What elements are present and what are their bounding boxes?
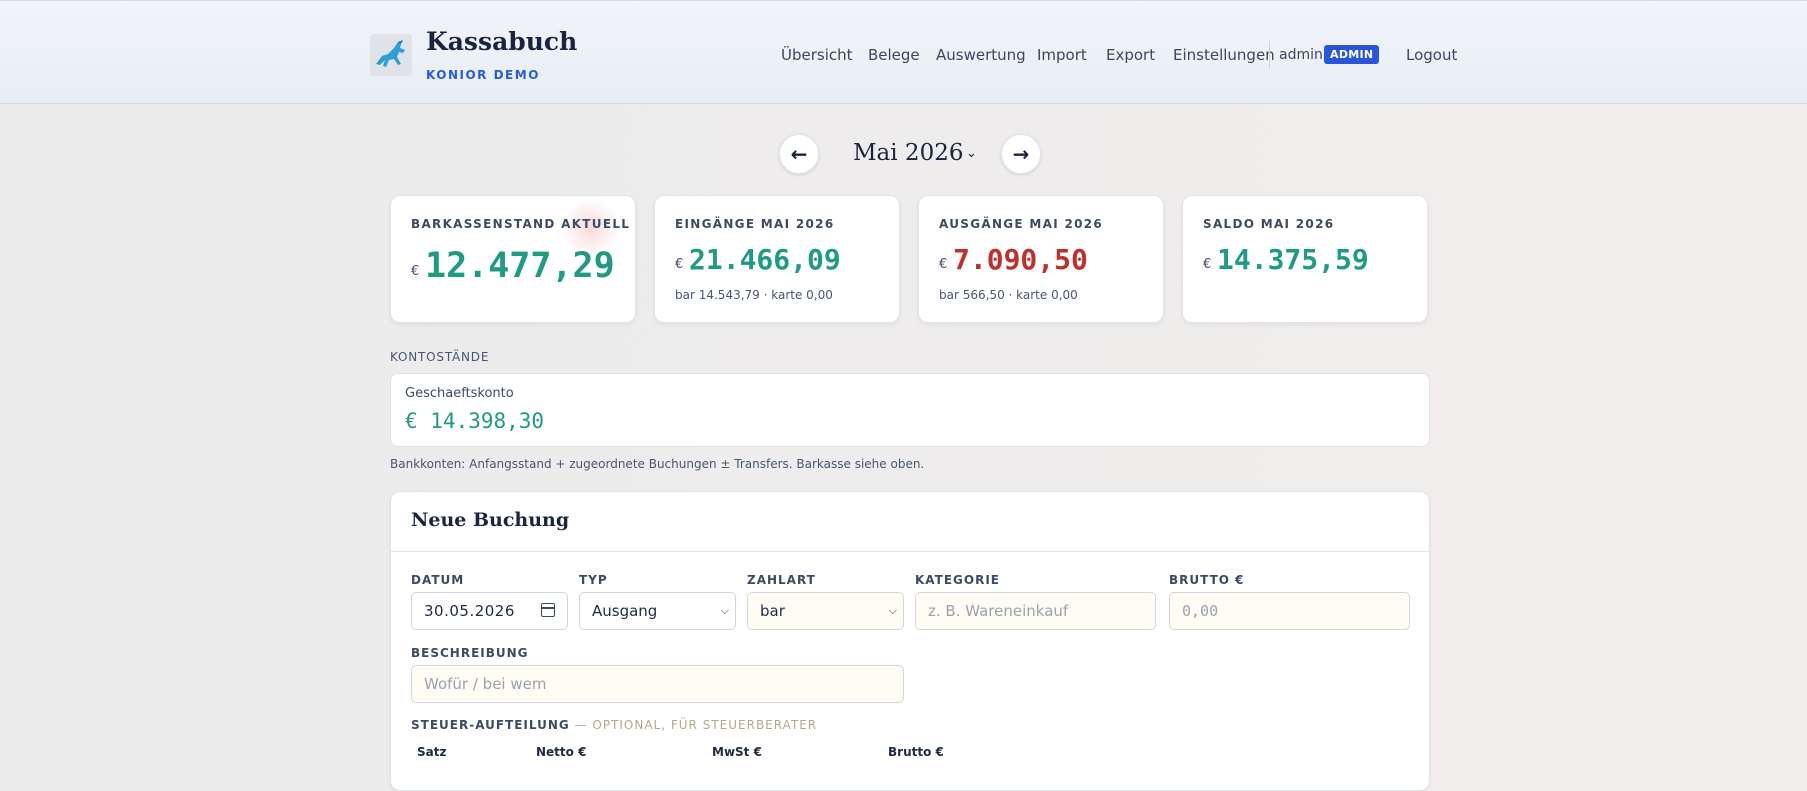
new-booking-form: Neue Buchung DATUM 30.05.2026 TYP Ausgan… — [390, 491, 1430, 791]
account-card: Geschaeftskonto € 14.398,30 — [390, 373, 1430, 447]
month-title[interactable]: Mai 2026 — [853, 140, 963, 166]
card-currency: € — [411, 264, 420, 279]
top-header: Kassabuch KONIOR DEMO Übersicht Belege A… — [0, 0, 1807, 104]
typ-label: TYP — [579, 573, 608, 587]
date-input[interactable]: 30.05.2026 — [411, 592, 568, 630]
date-value: 30.05.2026 — [424, 602, 515, 620]
tax-col-net: Netto € — [536, 745, 587, 759]
category-placeholder: z. B. Wareneinkauf — [928, 602, 1069, 620]
tax-col-rate: Satz — [417, 745, 447, 759]
card-currency: € — [675, 257, 684, 272]
card-label: AUSGÄNGE MAI 2026 — [939, 217, 1104, 231]
card-eingaenge: EINGÄNGE MAI 2026 € 21.466,09 bar 14.543… — [654, 195, 900, 323]
form-divider — [391, 551, 1429, 552]
arrow-right-icon: → — [1012, 142, 1030, 166]
card-label: BARKASSENSTAND AKTUELL — [411, 217, 631, 231]
card-subtext: bar 566,50 · karte 0,00 — [939, 288, 1078, 302]
card-currency: € — [939, 257, 948, 272]
description-placeholder: Wofür / bei wem — [424, 675, 547, 693]
horse-logo-icon — [370, 34, 412, 76]
beschreibung-label: BESCHREIBUNG — [411, 646, 529, 660]
nav-einstellungen[interactable]: Einstellungen — [1173, 46, 1275, 64]
tax-col-vat: MwSt € — [712, 745, 762, 759]
card-barkassenstand: BARKASSENSTAND AKTUELL € 12.477,29 — [390, 195, 636, 323]
brand-subtitle: KONIOR DEMO — [426, 68, 540, 82]
tax-col-gross: Brutto € — [888, 745, 944, 759]
nav-belege[interactable]: Belege — [868, 46, 920, 64]
card-label: SALDO MAI 2026 — [1203, 217, 1335, 231]
payment-method-value: bar — [760, 602, 785, 620]
calendar-icon[interactable] — [541, 603, 555, 617]
description-input[interactable]: Wofür / bei wem — [411, 665, 904, 703]
type-select[interactable]: Ausgang ⌵ — [579, 592, 736, 630]
brutto-label: BRUTTO € — [1169, 573, 1245, 587]
chevron-down-icon[interactable]: ⌄ — [966, 146, 977, 161]
arrow-left-icon: ← — [790, 142, 808, 166]
card-value: 21.466,09 — [689, 243, 841, 276]
nav-divider — [1269, 41, 1270, 69]
chevron-down-icon: ⌵ — [888, 604, 897, 617]
user-name: admin — [1279, 47, 1323, 63]
form-title: Neue Buchung — [411, 509, 570, 531]
nav-auswertung[interactable]: Auswertung — [936, 46, 1026, 64]
type-value: Ausgang — [592, 602, 658, 620]
datum-label: DATUM — [411, 573, 465, 587]
card-value: 14.375,59 — [1217, 243, 1369, 276]
category-input[interactable]: z. B. Wareneinkauf — [915, 592, 1156, 630]
gross-amount-placeholder: 0,00 — [1182, 602, 1219, 620]
nav-uebersicht[interactable]: Übersicht — [781, 46, 853, 64]
card-value: 12.477,29 — [425, 246, 615, 286]
account-balance: € 14.398,30 — [405, 409, 545, 433]
card-currency: € — [1203, 257, 1212, 272]
card-subtext: bar 14.543,79 · karte 0,00 — [675, 288, 833, 302]
card-value: 7.090,50 — [953, 243, 1088, 276]
gross-amount-input[interactable]: 0,00 — [1169, 592, 1410, 630]
kategorie-label: KATEGORIE — [915, 573, 1000, 587]
card-label: EINGÄNGE MAI 2026 — [675, 217, 835, 231]
next-month-button[interactable]: → — [1001, 134, 1041, 174]
brand-title: Kassabuch — [426, 27, 578, 56]
account-note: Bankkonten: Anfangsstand + zugeordnete B… — [390, 457, 925, 471]
role-badge: ADMIN — [1324, 45, 1380, 64]
tax-split-label: STEUER-AUFTEILUNG — [411, 718, 570, 732]
kontostaende-heading: KONTOSTÄNDE — [390, 350, 490, 364]
nav-export[interactable]: Export — [1106, 46, 1155, 64]
chevron-down-icon: ⌵ — [720, 604, 729, 617]
prev-month-button[interactable]: ← — [779, 134, 819, 174]
tax-split-heading: STEUER-AUFTEILUNG — OPTIONAL, FÜR STEUER… — [411, 718, 817, 732]
payment-method-select[interactable]: bar ⌵ — [747, 592, 904, 630]
zahlart-label: ZAHLART — [747, 573, 816, 587]
account-name: Geschaeftskonto — [405, 386, 514, 401]
card-saldo: SALDO MAI 2026 € 14.375,59 — [1182, 195, 1428, 323]
nav-import[interactable]: Import — [1037, 46, 1087, 64]
tax-split-optional: — OPTIONAL, FÜR STEUERBERATER — [569, 718, 818, 732]
logout-link[interactable]: Logout — [1406, 46, 1457, 64]
card-ausgaenge: AUSGÄNGE MAI 2026 € 7.090,50 bar 566,50 … — [918, 195, 1164, 323]
